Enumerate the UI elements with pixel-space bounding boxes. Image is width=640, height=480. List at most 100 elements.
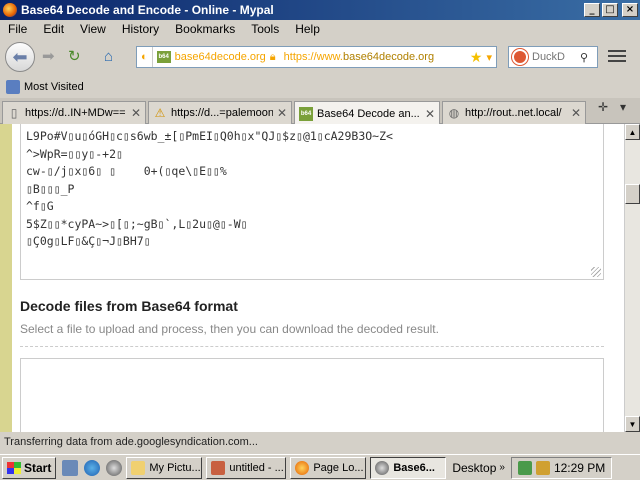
desktop-toolbar-label[interactable]: Desktop [452,461,496,475]
decoded-line: 5$Z▯▯*cyPA~>▯[▯;~gB▯`,L▯2u▯@▯-W▯ [26,216,248,231]
url-domain: base64decode.org [342,51,435,63]
window-titlebar: Base64 Decode and Encode - Online - Mypa… [0,0,640,20]
start-button[interactable]: Start [2,456,57,479]
decoded-output-textarea[interactable]: L9Po#V▯u▯óGH▯c▯s6wb_±[▯PmEI▯Q0h▯x"QJ▯$z▯… [20,124,604,280]
desktop-chevron-icon[interactable]: » [499,462,505,473]
decoded-line: cw-▯/j▯x▯6▯ ▯ 0+(▯qe\▯E▯▯% [26,164,227,178]
mypal-app-icon [3,3,17,17]
tab-3-active[interactable]: b64 Base64 Decode an... ✕ [294,101,440,125]
taskbar-item-base64[interactable]: Base6... [370,456,447,479]
scroll-down-icon[interactable]: ▼ [625,416,640,432]
search-magnifier-icon[interactable]: ⚲ [580,51,588,64]
windows-flag-icon [7,461,21,474]
search-input[interactable] [532,51,580,63]
navigation-toolbar: ⬅ ➡ ↻ ⌂ ◐ b64 base64decode.org 🔒︎ https:… [0,38,640,76]
decoded-line: L9Po#V▯u▯óGH▯c▯s6wb_±[▯PmEI▯Q0h▯x"QJ▯$z▯… [26,129,393,143]
close-window-button[interactable]: × [622,3,638,17]
back-arrow-icon: ⬅ [12,46,28,67]
tab-1[interactable]: ▯ https://d..IN+MDw== ✕ [2,101,146,124]
vertical-scrollbar[interactable]: ▲ ▼ [624,124,640,432]
resize-handle[interactable] [591,267,601,277]
decode-files-heading: Decode files from Base64 format [20,298,238,314]
tab-close-icon[interactable]: ✕ [425,107,435,121]
tab-label: http://rout..net.local/ [465,107,562,119]
taskbar-item-untitled[interactable]: untitled - ... [206,456,287,479]
taskbar-item-label: Base6... [393,461,435,474]
identity-site-label: base64decode.org [174,51,266,63]
maximize-button[interactable]: □ [602,3,618,17]
start-label: Start [24,460,52,475]
taskbar-item-label: untitled - ... [229,461,284,474]
bookmarks-toolbar: Most Visited [0,76,640,98]
decoded-line: ▯B▯▯▯_P [26,181,75,196]
clock[interactable]: 12:29 PM [554,461,605,475]
system-tray: 12:29 PM [510,456,613,479]
menu-history[interactable]: History [114,22,167,36]
warning-icon: ⚠ [154,106,166,120]
globe-icon: ◍ [448,106,460,120]
scroll-thumb[interactable] [625,184,640,204]
tab-label: https://d..IN+MDw== [25,107,126,119]
most-visited-icon [6,80,20,94]
folder-icon [131,460,146,475]
menu-edit[interactable]: Edit [35,22,72,36]
tab-4[interactable]: ◍ http://rout..net.local/ ✕ [442,101,586,124]
menu-tools[interactable]: Tools [243,22,287,36]
decoded-line: ^f▯G [26,199,54,213]
tab-close-icon[interactable]: ✕ [277,106,287,120]
tab-2[interactable]: ⚠ https://d...=palemoon ✕ [148,101,292,124]
file-upload-area[interactable] [20,358,604,432]
tray-tool-icon[interactable] [535,460,550,475]
menu-bookmarks[interactable]: Bookmarks [167,22,243,36]
url-bar[interactable]: ◐ b64 base64decode.org 🔒︎ https://www.ba… [136,46,497,68]
browser-icon [295,460,310,475]
forward-icon[interactable]: ➡ [42,48,55,66]
page-left-margin [0,124,12,432]
taskbar-item-my-pictures[interactable]: My Pictu... [126,456,203,479]
status-text: Transferring data from ade.googlesyndica… [4,436,258,448]
section-divider [20,346,604,347]
back-button[interactable]: ⬅ [5,42,35,72]
minimize-button[interactable]: _ [584,3,600,17]
taskbar: Start My Pictu... untitled - ... Page Lo… [0,454,640,480]
duckduckgo-icon [512,49,528,65]
scroll-up-icon[interactable]: ▲ [625,124,640,140]
page-content: L9Po#V▯u▯óGH▯c▯s6wb_±[▯PmEI▯Q0h▯x"QJ▯$z▯… [0,124,624,432]
menu-bar: File Edit View History Bookmarks Tools H… [0,20,640,38]
tab-list-icon[interactable]: ▾ [620,100,626,114]
site-favicon-icon: b64 [156,51,171,63]
page-icon: ▯ [10,106,18,120]
internet-explorer-icon[interactable] [84,459,101,476]
taskbar-item-label: Page Lo... [313,461,364,474]
menu-view[interactable]: View [72,22,114,36]
reload-icon[interactable]: ↻ [68,48,81,66]
most-visited-link[interactable]: Most Visited [24,81,84,93]
mypal-icon [375,460,390,475]
url-text[interactable]: https://www.base64decode.org [280,51,466,63]
search-box[interactable]: ⚲ [508,46,598,68]
bookmark-star-icon[interactable]: ★ [470,49,483,66]
dropdown-arrow-icon[interactable]: ▾ [486,51,492,64]
network-icon[interactable] [517,460,532,475]
mypal-quicklaunch-icon[interactable] [106,459,123,476]
url-prefix: https://www. [283,51,343,63]
show-desktop-icon[interactable] [62,459,79,476]
menu-help[interactable]: Help [287,22,328,36]
base64-favicon-icon: b64 [299,106,313,121]
taskbar-item-label: My Pictu... [149,461,201,474]
tab-label: Base64 Decode an... [317,107,420,120]
tab-strip: ▯ https://d..IN+MDw== ✕ ⚠ https://d...=p… [0,98,640,125]
window-title: Base64 Decode and Encode - Online - Mypa… [21,3,274,17]
tab-close-icon[interactable]: ✕ [571,106,581,120]
taskbar-item-page-loading[interactable]: Page Lo... [290,456,367,479]
menu-file[interactable]: File [0,22,35,36]
site-identity[interactable]: ◐ [137,47,153,67]
decode-files-description: Select a file to upload and process, the… [20,322,439,336]
decoded-line: ^>WpR=▯▯y▯-+2▯ [26,146,123,161]
new-tab-icon[interactable]: ✛ [598,100,608,114]
home-icon[interactable]: ⌂ [104,48,113,66]
tab-close-icon[interactable]: ✕ [131,106,141,120]
hamburger-menu-icon[interactable] [608,50,626,64]
paint-icon [211,460,226,475]
tab-label: https://d...=palemoon [171,107,273,119]
